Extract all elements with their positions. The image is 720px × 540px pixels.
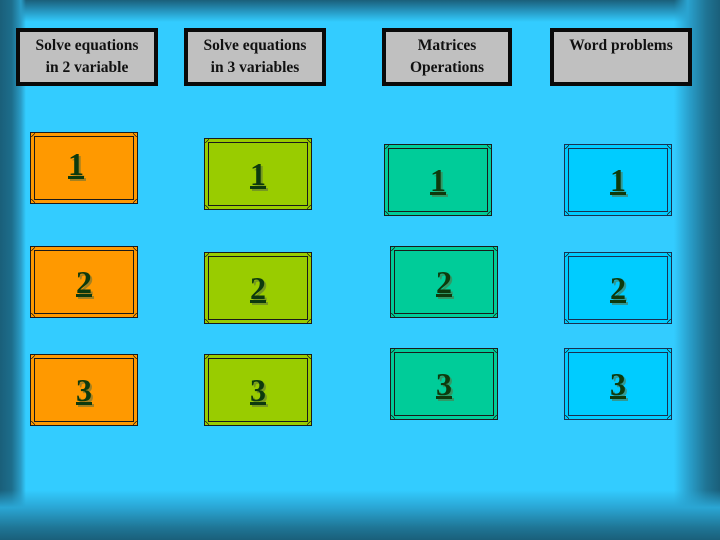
- question-number-link[interactable]: 1: [610, 164, 626, 196]
- tile-face: 3: [208, 358, 308, 422]
- question-number-link[interactable]: 2: [436, 266, 452, 298]
- tile-face: 2: [34, 250, 134, 314]
- question-tile-solve-3-var-1[interactable]: 1: [204, 138, 312, 210]
- frame-edge-bottom: [0, 490, 720, 540]
- question-tile-matrices-3[interactable]: 3: [390, 348, 498, 420]
- question-tile-solve-3-var-2[interactable]: 2: [204, 252, 312, 324]
- tile-face: 2: [568, 256, 668, 320]
- question-number-link[interactable]: 2: [610, 272, 626, 304]
- question-number-link[interactable]: 3: [76, 374, 92, 406]
- category-header-solve-3-variables: Solve equations in 3 variables: [184, 28, 326, 86]
- question-number-link[interactable]: 3: [610, 368, 626, 400]
- question-tile-solve-2-var-1[interactable]: 1: [30, 132, 138, 204]
- category-header-matrices-operations: Matrices Operations: [382, 28, 512, 86]
- category-header-word-problems: Word problems: [550, 28, 692, 86]
- category-header-solve-2-variables: Solve equations in 2 variable: [16, 28, 158, 86]
- question-tile-word-problems-3[interactable]: 3: [564, 348, 672, 420]
- tile-face: 3: [568, 352, 668, 416]
- tile-face: 3: [394, 352, 494, 416]
- tile-face: 3: [34, 358, 134, 422]
- question-tile-solve-2-var-2[interactable]: 2: [30, 246, 138, 318]
- question-number-link[interactable]: 3: [250, 374, 266, 406]
- frame-edge-top: [0, 0, 720, 22]
- question-tile-matrices-2[interactable]: 2: [390, 246, 498, 318]
- tile-face: 1: [568, 148, 668, 212]
- question-tile-solve-2-var-3[interactable]: 3: [30, 354, 138, 426]
- question-number-link[interactable]: 1: [68, 148, 84, 180]
- tile-face: 2: [394, 250, 494, 314]
- question-number-link[interactable]: 1: [250, 158, 266, 190]
- question-number-link[interactable]: 2: [76, 266, 92, 298]
- tile-face: 1: [34, 136, 134, 200]
- question-tile-matrices-1[interactable]: 1: [384, 144, 492, 216]
- question-tile-solve-3-var-3[interactable]: 3: [204, 354, 312, 426]
- question-tile-word-problems-1[interactable]: 1: [564, 144, 672, 216]
- tile-face: 1: [208, 142, 308, 206]
- tile-face: 2: [208, 256, 308, 320]
- question-tile-word-problems-2[interactable]: 2: [564, 252, 672, 324]
- question-number-link[interactable]: 3: [436, 368, 452, 400]
- question-number-link[interactable]: 2: [250, 272, 266, 304]
- tile-face: 1: [388, 148, 488, 212]
- question-number-link[interactable]: 1: [430, 164, 446, 196]
